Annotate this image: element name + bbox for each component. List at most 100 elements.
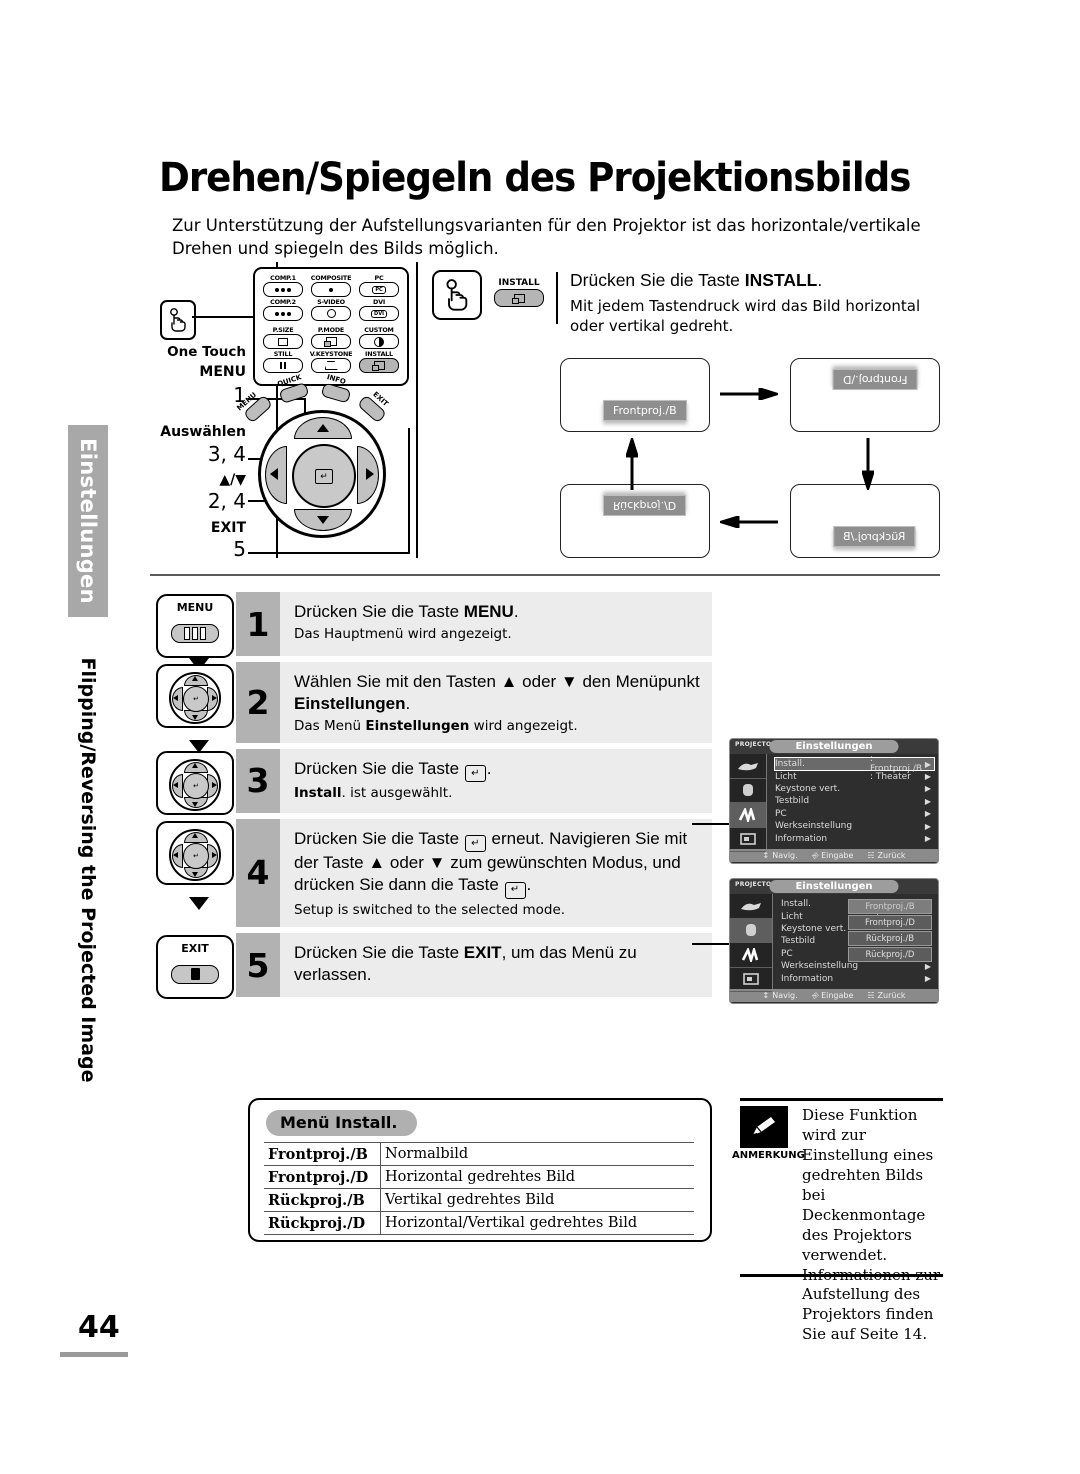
osd-row-name: Testbild xyxy=(774,796,810,807)
osd-icon-picture[interactable] xyxy=(730,754,766,779)
osd-main-area: Install. : Frontproj./B ▶ Licht : Theate… xyxy=(730,754,938,852)
remote-button-composite[interactable]: COMPOSITE xyxy=(309,275,353,297)
navpad-enter-button[interactable]: ↵ xyxy=(292,444,356,508)
projection-preview-rueckproj-b: Rückproj./B xyxy=(790,484,940,558)
remote-button-dvi[interactable]: DVI DVI xyxy=(357,299,401,321)
enter-icon: ↵ xyxy=(193,782,199,790)
up-arrow-icon xyxy=(317,424,329,432)
step-sub-bold: Install xyxy=(294,785,342,802)
table-row: Frontproj./D Horizontal gedrehtes Bild xyxy=(264,1165,694,1189)
projection-preview-label: Rückproj./D xyxy=(603,495,687,516)
label-one-touch: One Touch xyxy=(167,344,246,360)
step-row: ↵ 4 Drücken Sie die Taste ↵ erneut. Navi… xyxy=(152,818,712,928)
install-menu-table-card: Menü Install. Frontproj./B Normalbild Fr… xyxy=(248,1098,712,1242)
table-row: Frontproj./B Normalbild xyxy=(264,1142,694,1166)
label-exit-step: 5 xyxy=(233,537,246,561)
remote-button-pmode[interactable]: P.MODE xyxy=(309,327,353,349)
table-cell-desc: Normalbild xyxy=(380,1142,694,1166)
navpad-key-box[interactable]: ↵ xyxy=(156,750,234,815)
step-sub-text: Das Menü Einstellungen wird angezeigt. xyxy=(294,718,700,734)
chevron-right-icon: ▶ xyxy=(924,974,932,984)
pencil-icon xyxy=(740,1106,788,1148)
step-main-pre: Drücken Sie die Taste xyxy=(294,828,464,848)
install-text-group: Drücken Sie die Taste INSTALL. Mit jedem… xyxy=(570,270,940,337)
osd-option-rueckproj-d[interactable]: Rückproj./D xyxy=(848,947,932,962)
navpad-enter-button[interactable]: ↵ xyxy=(183,842,209,869)
mini-navigation-pad[interactable]: ↵ xyxy=(169,672,221,724)
right-arrow-icon xyxy=(366,468,374,480)
connector-line-osd1 xyxy=(692,823,730,825)
svideo-connector-icon xyxy=(326,309,336,318)
enter-icon: ⎆ xyxy=(811,990,819,1000)
osd-title-label: Einstellungen xyxy=(769,740,899,753)
flow-down-arrow-icon xyxy=(189,896,209,910)
osd-icon-sound[interactable] xyxy=(730,918,772,943)
table-cell-mode: Frontproj./B xyxy=(264,1142,381,1166)
osd-row-werkseinstellung[interactable]: Werkseinstellung ▶ xyxy=(775,820,934,832)
navpad-enter-button[interactable]: ↵ xyxy=(183,772,209,799)
remote-button-comp1[interactable]: COMP.1 xyxy=(261,275,305,297)
note-tag-label: ANMERKUNG xyxy=(732,1150,805,1161)
install-subtext: Mit jedem Tastendruck wird das Bild hori… xyxy=(570,297,921,336)
up-arrow-icon xyxy=(192,832,198,838)
mini-navigation-pad[interactable]: ↵ xyxy=(169,828,221,881)
remote-button-install-label: INSTALL xyxy=(365,350,393,358)
osd-row-testbild[interactable]: Testbild ▶ xyxy=(775,795,934,807)
remote-button-svideo[interactable]: S-VIDEO xyxy=(309,299,353,321)
remote-button-pc-label: PC xyxy=(374,274,384,282)
page-number: 44 xyxy=(78,1310,120,1345)
step-list: MENU 1 Drücken Sie die Taste MENU. Das H… xyxy=(152,592,712,1003)
step-main-text: Drücken Sie die Taste ↵. xyxy=(294,758,700,783)
menu-key-box[interactable]: MENU xyxy=(156,594,234,658)
osd-row-pc[interactable]: PC ▶ xyxy=(775,808,934,820)
osd-row-keystone[interactable]: Keystone vert. ▶ xyxy=(775,783,934,795)
remote-button-still[interactable]: STILL xyxy=(261,351,305,373)
one-touch-hand-icon xyxy=(160,300,196,340)
install-key-illustration[interactable]: INSTALL xyxy=(494,278,544,307)
intro-paragraph: Zur Unterstützung der Aufstellungsvarian… xyxy=(172,216,921,259)
projection-preview-frontproj-b: Frontproj./B xyxy=(560,358,710,432)
step-main-post: . xyxy=(405,693,411,713)
remote-button-custom[interactable]: CUSTOM xyxy=(357,327,401,349)
osd-option-frontproj-d[interactable]: Frontproj./D xyxy=(848,915,932,930)
step-main-post: . xyxy=(526,875,532,895)
osd-icon-settings[interactable] xyxy=(730,943,772,968)
step-key-illustration: MENU xyxy=(152,592,236,671)
remote-button-vkeystone[interactable]: V.KEYSTONE xyxy=(309,351,353,373)
osd-option-frontproj-b[interactable]: Frontproj./B xyxy=(848,899,932,914)
remote-navigation-pad[interactable]: ↵ xyxy=(258,410,386,538)
keystone-icon xyxy=(324,361,338,370)
osd-row-name: PC xyxy=(774,808,787,819)
remote-button-pc[interactable]: PC PC xyxy=(357,275,401,297)
remote-control-illustration: One Touch MENU 1 Auswählen 3, 4 ▲/▼ 2, 4… xyxy=(150,262,430,567)
osd-icon-input[interactable] xyxy=(730,828,766,852)
three-dot-icon xyxy=(275,311,291,316)
osd-row-information[interactable]: Information ▶ xyxy=(775,832,934,844)
osd-row-name: Keystone vert. xyxy=(774,783,841,794)
page-title: Drehen/Spiegeln des Projektionsbilds xyxy=(159,155,911,201)
navpad-key-box[interactable]: ↵ xyxy=(156,820,234,885)
remote-button-install[interactable]: INSTALL xyxy=(357,351,401,373)
osd-icon-sound[interactable] xyxy=(730,779,766,803)
osd-icon-column xyxy=(730,754,767,852)
osd-icon-settings[interactable] xyxy=(730,803,766,828)
note-rule-bottom xyxy=(740,1274,943,1277)
osd-icon-picture[interactable] xyxy=(730,894,772,919)
osd-footer-back-label: Zurück xyxy=(877,851,906,860)
osd-row-information[interactable]: Information ▶ xyxy=(781,972,934,984)
step-number: 2 xyxy=(236,662,280,743)
picture-size-icon xyxy=(278,337,288,346)
mini-navigation-pad[interactable]: ↵ xyxy=(169,758,221,811)
osd-option-rueckproj-b[interactable]: Rückproj./B xyxy=(848,931,932,946)
left-arrow-icon xyxy=(173,695,178,701)
enter-icon: ↵ xyxy=(504,882,526,900)
exit-key-box[interactable]: EXIT xyxy=(156,935,234,1000)
osd-icon-input[interactable] xyxy=(730,968,772,992)
remote-button-psize[interactable]: P.SIZE xyxy=(261,327,305,349)
osd-row-licht[interactable]: Licht : Theater ▶ xyxy=(775,770,934,782)
navpad-key-box[interactable]: ↵ xyxy=(156,664,234,728)
osd-row-install[interactable]: Install. : Frontproj./B ▶ xyxy=(773,754,936,774)
navpad-enter-button[interactable]: ↵ xyxy=(183,686,209,712)
remote-button-comp2[interactable]: COMP.2 xyxy=(261,299,305,321)
menu-bars-icon xyxy=(184,626,206,640)
